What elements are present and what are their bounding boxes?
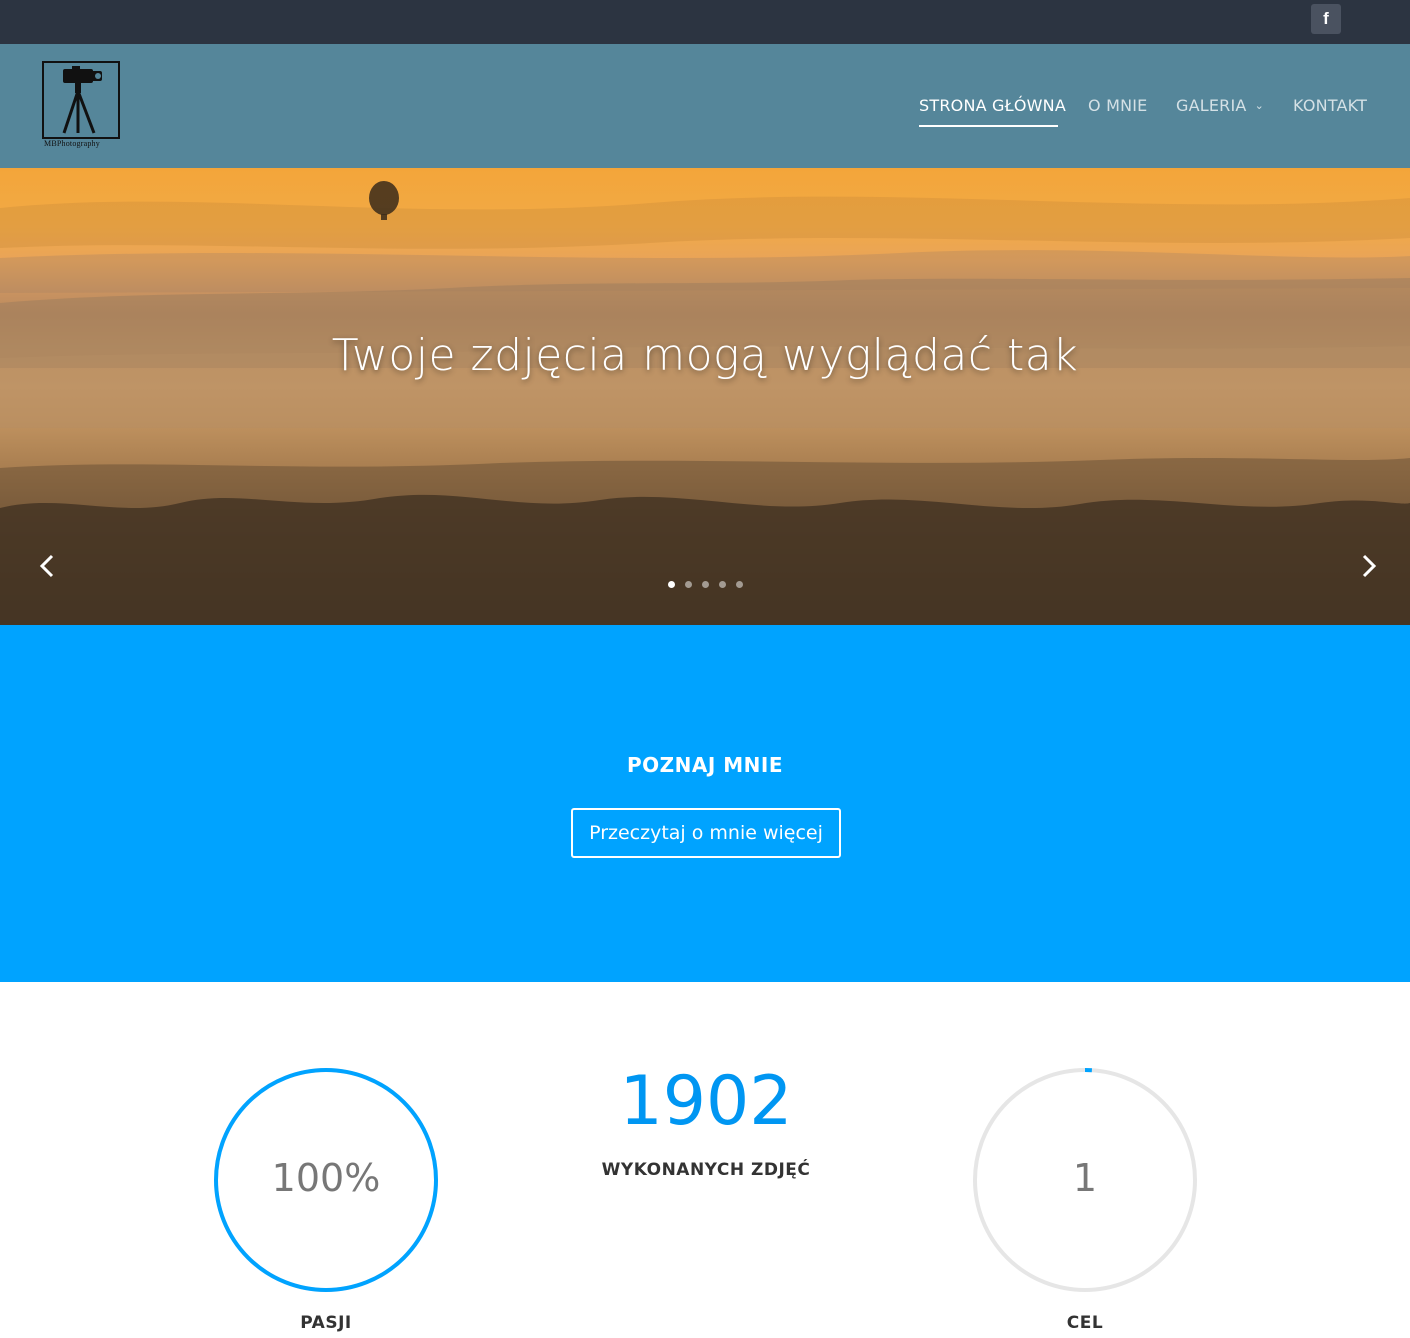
counter-value-zdjec: 1902 xyxy=(619,1062,793,1141)
counter-value-pasji: 100% xyxy=(271,1156,381,1200)
nav-item-label: GALERIA xyxy=(1176,96,1247,115)
read-more-button[interactable]: Przeczytaj o mnie więcej xyxy=(571,808,841,858)
counter-label-zdjec: WYKONANYCH ZDJĘĆ xyxy=(601,1160,811,1180)
counter-value-cel: 1 xyxy=(1072,1156,1098,1200)
slide-dot[interactable] xyxy=(702,581,709,588)
nav-item-kontakt[interactable]: KONTAKT xyxy=(1293,96,1367,115)
hero-title: Twoje zdjęcia mogą wyglądać tak xyxy=(331,330,1079,381)
site-logo[interactable] xyxy=(42,61,120,139)
hero-slider xyxy=(0,168,1410,625)
camera-tripod-icon xyxy=(62,66,102,134)
chevron-down-icon: ⌄ xyxy=(1254,99,1264,112)
hero-landscape-image xyxy=(0,181,1410,625)
facebook-icon[interactable]: f xyxy=(1311,4,1341,34)
slide-dot[interactable] xyxy=(685,581,692,588)
counter-label-pasji: PASJI xyxy=(300,1313,352,1333)
about-title: POZNAJ MNIE xyxy=(626,753,784,777)
slide-dot[interactable] xyxy=(719,581,726,588)
logo-text: MBPhotography xyxy=(44,139,100,148)
counter-label-cel: CEL xyxy=(1066,1313,1104,1333)
nav-item-o-mnie[interactable]: O MNIE xyxy=(1088,96,1147,115)
slide-dot[interactable] xyxy=(736,581,743,588)
next-slide-button[interactable] xyxy=(1356,548,1386,584)
chevron-left-icon xyxy=(39,554,54,578)
nav-item-strona-glowna[interactable]: STRONA GŁÓWNA xyxy=(919,96,1066,115)
chevron-right-icon xyxy=(1362,554,1377,578)
top-bar: f xyxy=(0,0,1410,44)
nav-item-galeria[interactable]: GALERIA ⌄ xyxy=(1176,96,1264,115)
slide-dot[interactable] xyxy=(668,581,675,588)
nav-active-underline xyxy=(919,125,1058,127)
about-section xyxy=(0,625,1410,982)
prev-slide-button[interactable] xyxy=(34,548,64,584)
